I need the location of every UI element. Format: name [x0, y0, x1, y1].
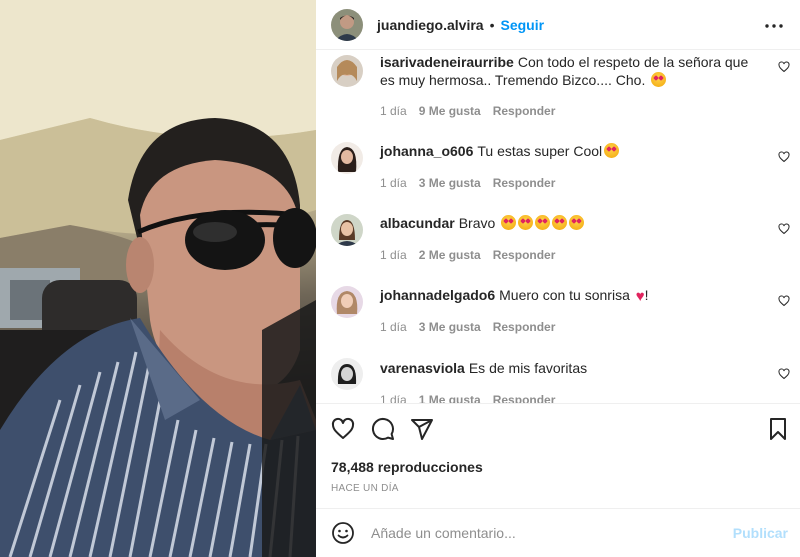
header-separator: •: [489, 16, 495, 33]
comment-text: Es de mis favoritas: [468, 360, 588, 376]
heart-eyes-emoji-icon: [501, 215, 517, 230]
comment-username[interactable]: johanna_o606: [380, 143, 473, 159]
heart-eyes-emoji-icon: [552, 215, 568, 230]
commenter-avatar[interactable]: [331, 358, 363, 390]
more-icon[interactable]: [762, 14, 786, 38]
post-header: juandiego.alvira • Seguir: [316, 0, 800, 50]
comment-body: varenasviola Es de mis favoritas: [380, 359, 760, 377]
comment-like-icon[interactable]: [778, 223, 790, 235]
comment-time: 1 día: [380, 176, 407, 190]
author-username[interactable]: juandiego.alvira: [377, 17, 484, 33]
add-comment-bar: Publicar: [316, 508, 800, 557]
comment-username[interactable]: varenasviola: [380, 360, 465, 376]
heart-eyes-emoji-icon: [604, 143, 620, 158]
comment-body: albacundar Bravo: [380, 214, 760, 232]
reply-button[interactable]: Responder: [493, 393, 556, 403]
comment-likes[interactable]: 1 Me gusta: [419, 393, 481, 403]
comment-text: Bravo: [458, 215, 496, 231]
reply-button[interactable]: Responder: [493, 176, 556, 190]
comment-username[interactable]: albacundar: [380, 215, 455, 231]
reply-button[interactable]: Responder: [493, 248, 556, 262]
commenter-avatar[interactable]: [331, 55, 363, 87]
comment-username[interactable]: johannadelgado6: [380, 287, 495, 303]
comments-list[interactable]: isarivadeneiraurribe Con todo el respeto …: [316, 51, 800, 403]
heart-eyes-emoji-icon: [569, 215, 585, 230]
comment-meta: 1 día 9 Me gusta Responder: [380, 104, 555, 118]
comment-icon[interactable]: [371, 417, 395, 441]
smiley-icon[interactable]: [331, 521, 355, 545]
comment-text: Muero con tu sonrisa: [499, 287, 630, 303]
comment-meta: 1 día 3 Me gusta Responder: [380, 320, 555, 334]
heart-icon[interactable]: [331, 417, 355, 441]
comment-meta: 1 día 1 Me gusta Responder: [380, 393, 555, 403]
post-video[interactable]: [0, 0, 316, 557]
heart-eyes-emoji-icon: [535, 215, 551, 230]
red-heart-emoji-icon: ♥: [635, 288, 645, 305]
publish-button[interactable]: Publicar: [733, 525, 788, 541]
comment-meta: 1 día 2 Me gusta Responder: [380, 248, 555, 262]
comment-likes[interactable]: 3 Me gusta: [419, 176, 481, 190]
comment-text-suffix: !: [644, 287, 649, 303]
comment-likes[interactable]: 9 Me gusta: [419, 104, 481, 118]
heart-eyes-emoji-icon: [518, 215, 534, 230]
comment-time: 1 día: [380, 320, 407, 334]
comment-text: Tu estas super Cool: [477, 143, 603, 159]
comment-username[interactable]: isarivadeneiraurribe: [380, 54, 514, 70]
views-count[interactable]: 78,488 reproducciones: [331, 459, 483, 475]
comment-like-icon[interactable]: [778, 295, 790, 307]
commenter-avatar[interactable]: [331, 142, 363, 174]
comment-time: 1 día: [380, 393, 407, 403]
video-frame-illustration: [0, 0, 316, 557]
comment-body: isarivadeneiraurribe Con todo el respeto …: [380, 53, 760, 89]
comment-likes[interactable]: 3 Me gusta: [419, 320, 481, 334]
commenter-avatar[interactable]: [331, 214, 363, 246]
comment-input[interactable]: [371, 525, 721, 541]
comment-meta: 1 día 3 Me gusta Responder: [380, 176, 555, 190]
comment-time: 1 día: [380, 104, 407, 118]
comment-likes[interactable]: 2 Me gusta: [419, 248, 481, 262]
reply-button[interactable]: Responder: [493, 320, 556, 334]
author-avatar[interactable]: [331, 8, 363, 41]
comment-like-icon[interactable]: [778, 61, 790, 73]
comment-like-icon[interactable]: [778, 368, 790, 380]
post-timestamp: HACE UN DÍA: [331, 483, 399, 494]
bookmark-icon[interactable]: [766, 417, 790, 441]
follow-button[interactable]: Seguir: [501, 17, 545, 33]
comment-time: 1 día: [380, 248, 407, 262]
comment-body: johannadelgado6 Muero con tu sonrisa ♥!: [380, 286, 760, 306]
commenter-avatar[interactable]: [331, 286, 363, 318]
comment-body: johanna_o606 Tu estas super Cool: [380, 142, 760, 160]
share-icon[interactable]: [410, 417, 434, 441]
reply-button[interactable]: Responder: [493, 104, 556, 118]
heart-eyes-emoji-icon: [651, 72, 667, 87]
comment-like-icon[interactable]: [778, 151, 790, 163]
post-panel: juandiego.alvira • Seguir isarivadeneira…: [316, 0, 800, 557]
